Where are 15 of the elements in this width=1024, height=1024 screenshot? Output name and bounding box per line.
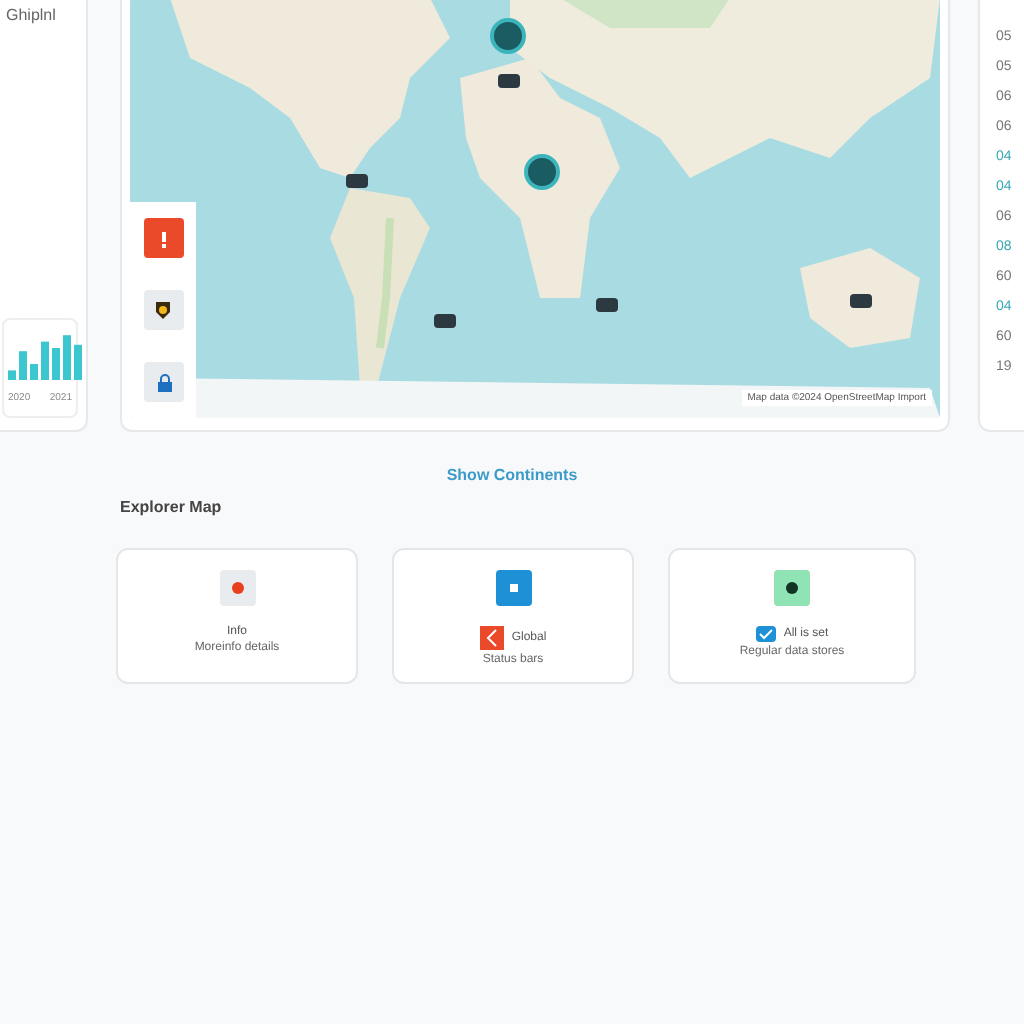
section-heading: Show Continents [444, 466, 580, 484]
lock-icon [153, 373, 173, 391]
map-marker[interactable] [596, 298, 618, 312]
legend-tile[interactable] [143, 362, 183, 402]
legend-tile[interactable] [143, 290, 183, 330]
chevron-icon [479, 626, 504, 650]
bar-chart-drawing [8, 332, 88, 380]
shield-icon [154, 300, 172, 320]
map-marker[interactable] [850, 294, 872, 308]
legend-tile[interactable] [143, 218, 183, 258]
map-marker[interactable] [434, 314, 456, 328]
map-marker[interactable] [498, 74, 520, 88]
section-title: Explorer Map [120, 498, 224, 516]
map-marker[interactable] [346, 174, 368, 188]
panel-title: Ghiplnl [4, 6, 58, 24]
